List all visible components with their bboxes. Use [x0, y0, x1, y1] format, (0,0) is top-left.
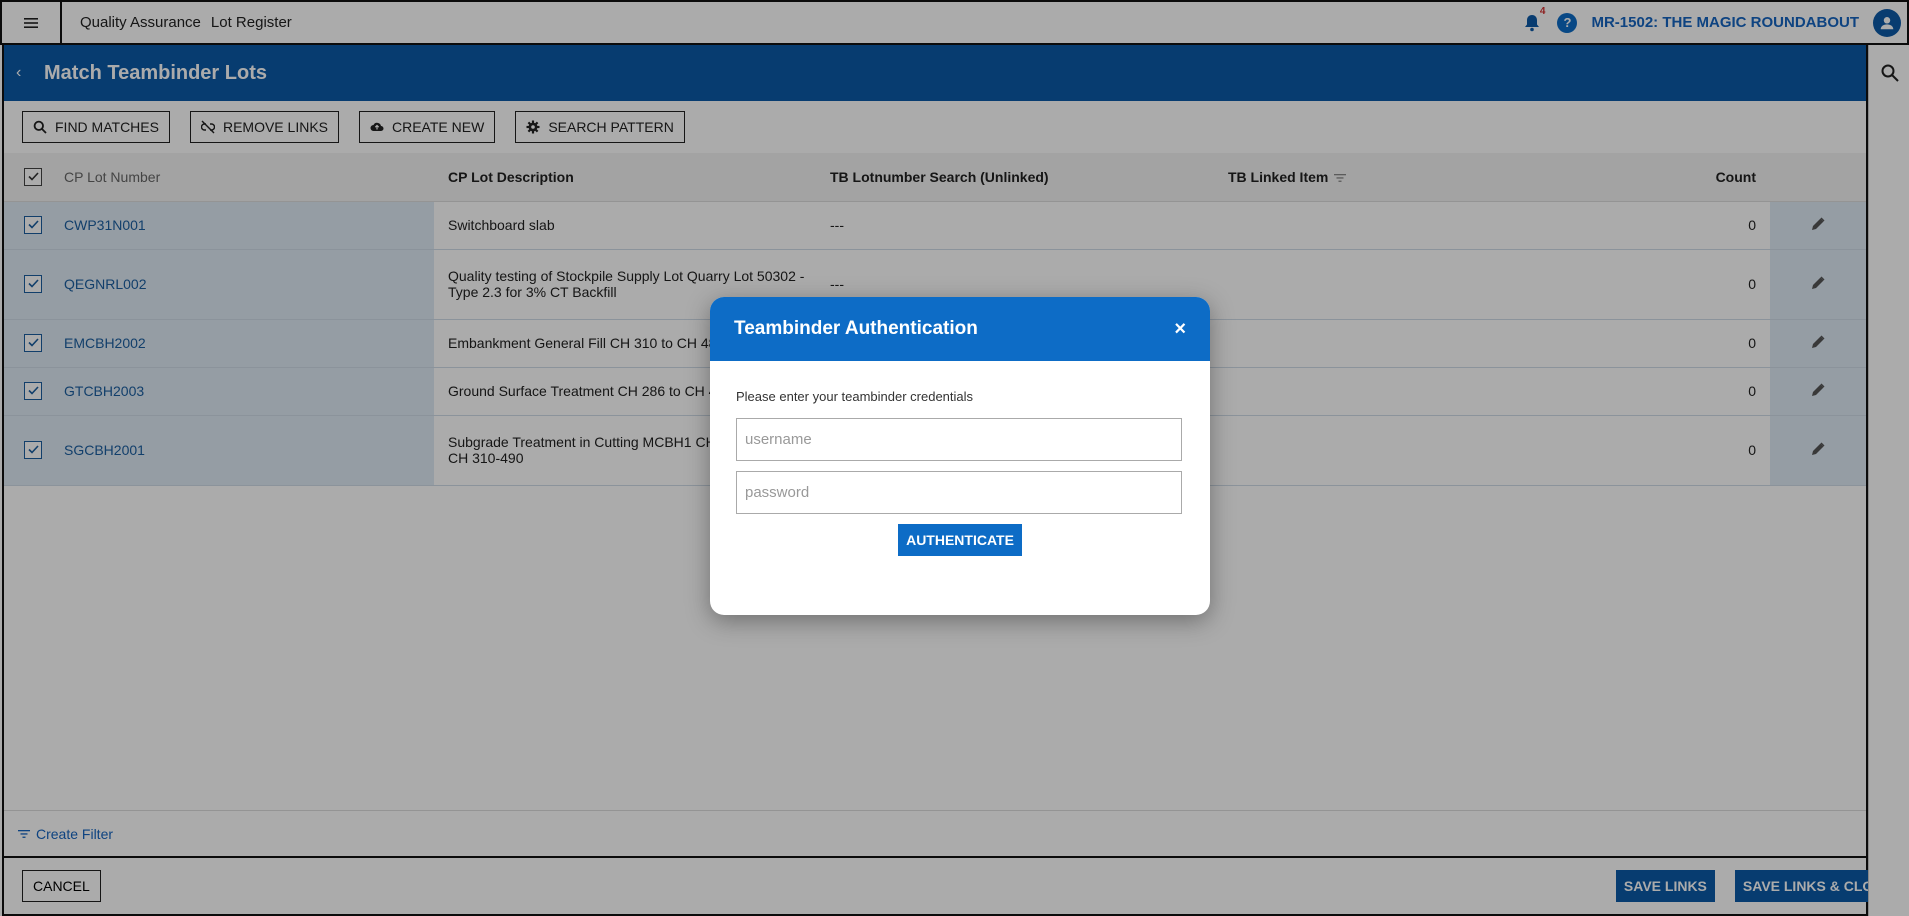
username-input[interactable] — [736, 418, 1182, 461]
close-icon[interactable]: × — [1174, 318, 1186, 341]
authenticate-button[interactable]: AUTHENTICATE — [898, 524, 1022, 556]
teambinder-auth-dialog: Teambinder Authentication × Please enter… — [710, 297, 1210, 615]
dialog-title: Teambinder Authentication — [734, 318, 978, 339]
dialog-prompt: Please enter your teambinder credentials — [736, 389, 974, 404]
dialog-header: Teambinder Authentication × — [710, 297, 1210, 361]
dialog-body: Please enter your teambinder credentials… — [710, 361, 1210, 584]
password-input[interactable] — [736, 471, 1182, 514]
